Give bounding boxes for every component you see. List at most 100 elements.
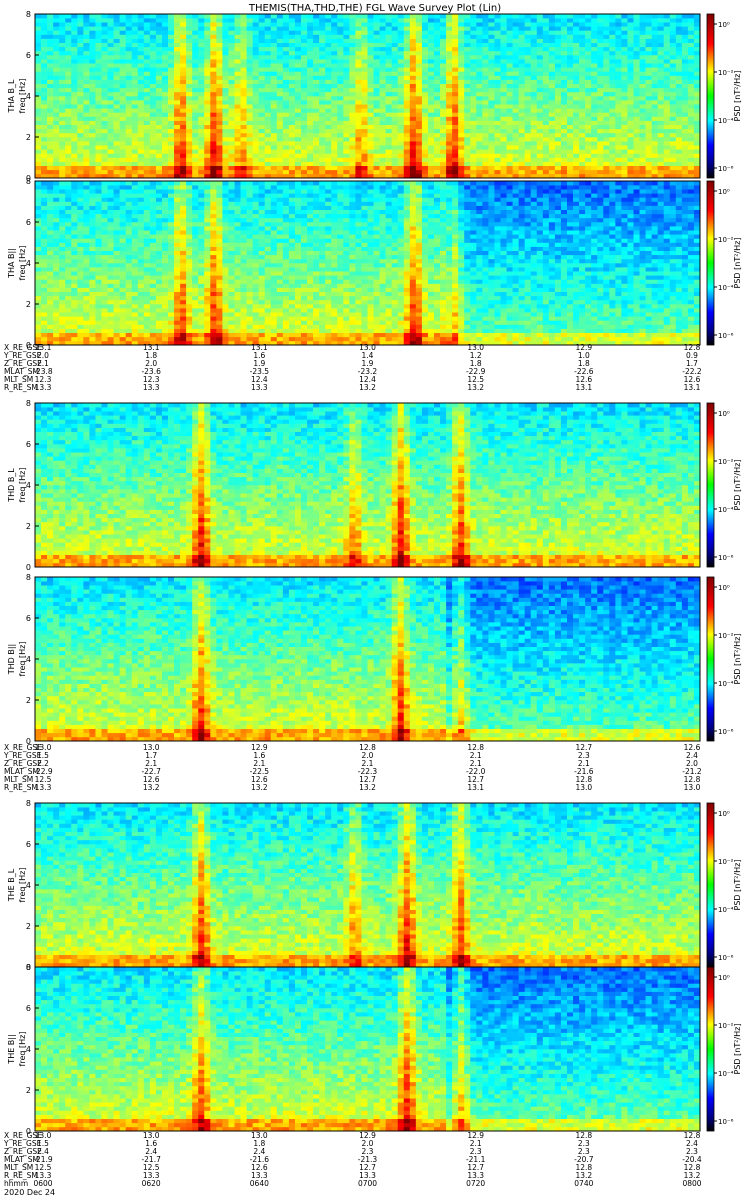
- colorbar-tick-label: 10⁻⁴: [718, 1070, 734, 1078]
- y-tick-label: 8: [26, 963, 31, 972]
- colorbar-tick-label: 10⁰: [718, 810, 730, 818]
- colorbar-tick-label: 10⁻⁴: [718, 680, 734, 688]
- y-tick-label: 6: [26, 51, 31, 60]
- colorbar-tick-label: 10⁻⁴: [718, 906, 734, 914]
- y-tick-label: 8: [26, 799, 31, 808]
- colorbar-tick-label: 10⁻²: [718, 69, 734, 77]
- y-axis-label: freq [Hz]: [18, 468, 27, 503]
- ephemeris-value: 0600: [33, 1179, 52, 1188]
- panel-label: THE B||: [7, 1034, 16, 1064]
- colorbar-tick-label: 10⁻²: [718, 858, 734, 866]
- panel-label: THA B_L: [7, 79, 16, 113]
- colorbar-tick-label: 10⁻⁶: [718, 1118, 734, 1126]
- figure-title: THEMIS(THA,THD,THE) FGL Wave Survey Plot…: [248, 3, 501, 14]
- colorbar-tick-label: 10⁰: [718, 410, 730, 418]
- ephemeris-value: 13.3: [143, 383, 160, 392]
- ephemeris-value: 0640: [250, 1179, 269, 1188]
- spectrogram-cells: [35, 14, 700, 178]
- colorbar-label: PSD [nT²/Hz]: [733, 71, 742, 122]
- colorbar-label: PSD [nT²/Hz]: [733, 238, 742, 289]
- y-tick-label: 6: [26, 1004, 31, 1013]
- spectrogram-cells: [35, 403, 700, 567]
- panel-the-bl: 02468THE B_L freq [Hz]10⁰10⁻²10⁻⁴10⁻⁶PSD …: [7, 799, 742, 972]
- colorbar-tick-label: 10⁻⁶: [718, 728, 734, 736]
- panel-label: THD B_L: [7, 468, 16, 503]
- colorbar-tick-label: 10⁻²: [718, 236, 734, 244]
- y-tick-label: 2: [26, 1086, 31, 1095]
- ephemeris-value: 0800: [682, 1179, 701, 1188]
- ephemeris-value: 13.3: [251, 383, 268, 392]
- ephemeris-row-label: hhmm: [4, 1179, 28, 1188]
- colorbar-tick-label: 10⁻²: [718, 458, 734, 466]
- wave-survey-figure: THEMIS(THA,THD,THE) FGL Wave Survey Plot…: [0, 0, 750, 1200]
- y-tick-label: 8: [26, 399, 31, 408]
- ephemeris-value: 13.2: [251, 783, 268, 792]
- y-tick-label: 6: [26, 218, 31, 227]
- spectrogram-cells: [35, 577, 700, 741]
- spectrogram-panels: 02468THA B_L freq [Hz]10⁰10⁻²10⁻⁴10⁻⁶PSD …: [7, 10, 742, 1136]
- y-axis-label: freq [Hz]: [18, 642, 27, 677]
- panel-thd-bpar: 02468THD B|| freq [Hz]10⁰10⁻²10⁻⁴10⁻⁶PSD …: [7, 573, 742, 746]
- y-tick-label: 6: [26, 440, 31, 449]
- y-tick-label: 6: [26, 840, 31, 849]
- colorbar-tick-label: 10⁻⁶: [718, 165, 734, 173]
- colorbar-label: PSD [nT²/Hz]: [733, 634, 742, 685]
- ephemeris-value: 13.0: [684, 783, 701, 792]
- y-tick-label: 8: [26, 573, 31, 582]
- colorbar-tick-label: 10⁰: [718, 584, 730, 592]
- y-tick-label: 6: [26, 614, 31, 623]
- ephemeris-value: 13.0: [575, 783, 592, 792]
- ephemeris-value: 13.3: [35, 783, 52, 792]
- panel-tha-bl: 02468THA B_L freq [Hz]10⁰10⁻²10⁻⁴10⁻⁶PSD …: [7, 10, 742, 183]
- y-tick-label: 2: [26, 133, 31, 142]
- panel-label: THA B||: [7, 248, 16, 279]
- ephemeris-value: 13.1: [575, 383, 592, 392]
- y-tick-label: 2: [26, 696, 31, 705]
- colorbar-tick-label: 10⁻⁴: [718, 506, 734, 514]
- y-axis-label: freq [Hz]: [18, 868, 27, 903]
- panel-tha-bpar: 02468THA B|| freq [Hz]10⁰10⁻²10⁻⁴10⁻⁶PSD …: [7, 177, 742, 350]
- ephemeris-value: 13.2: [359, 783, 376, 792]
- panel-label: THE B_L: [7, 868, 16, 902]
- ephemeris-value: 0620: [142, 1179, 161, 1188]
- y-axis-label: freq [Hz]: [18, 246, 27, 281]
- colorbar: 10⁰10⁻²10⁻⁴10⁻⁶PSD [nT²/Hz]: [707, 403, 742, 567]
- y-axis-label: freq [Hz]: [18, 1032, 27, 1067]
- panel-the-bpar: 02468THE B|| freq [Hz]10⁰10⁻²10⁻⁴10⁻⁶PSD …: [7, 963, 742, 1136]
- colorbar-tick-label: 10⁻⁴: [718, 117, 734, 125]
- ephemeris-the: X_RE_GSE13.0 13.0 13.0 12.9 12.9 12.8 12.8Y_RE…: [3, 1131, 702, 1188]
- y-tick-label: 8: [26, 10, 31, 19]
- colorbar-tick-label: 10⁰: [718, 21, 730, 29]
- colorbar-tick-label: 10⁰: [718, 188, 730, 196]
- spectrogram-cells: [35, 181, 700, 345]
- ephemeris-value: 13.2: [143, 783, 160, 792]
- y-tick-label: 2: [26, 522, 31, 531]
- colorbar: 10⁰ 10⁻² 10⁻⁴ 10⁻⁶ PSD [nT²/Hz]: [707, 181, 742, 345]
- ephemeris-value: 13.2: [359, 383, 376, 392]
- y-tick-label: 2: [26, 922, 31, 931]
- colorbar-tick-label: 10⁰: [718, 974, 730, 982]
- colorbar: 10⁰10⁻²10⁻⁴10⁻⁶PSD [nT²/Hz]: [707, 967, 742, 1131]
- ephemeris-value: 13.2: [467, 383, 484, 392]
- spectrogram-cells: [35, 803, 700, 967]
- ephemeris-value: 0700: [358, 1179, 377, 1188]
- ephemeris-value: 0740: [574, 1179, 593, 1188]
- colorbar-tick-label: 10⁻⁶: [718, 332, 734, 340]
- ephemeris-value: 13.1: [684, 383, 701, 392]
- ephemeris-value: 0720: [466, 1179, 485, 1188]
- colorbar-tick-label: 10⁻²: [718, 632, 734, 640]
- ephemeris-thd: X_RE_GSE13.0 13.0 12.9 12.8 12.8 12.7 12.6Y_RE…: [3, 743, 702, 792]
- panel-thd-bl: 02468THD B_L freq [Hz]10⁰10⁻²10⁻⁴10⁻⁶PSD …: [7, 399, 742, 572]
- colorbar-tick-label: 10⁻⁶: [718, 554, 734, 562]
- colorbar-tick-label: 10⁻⁴: [718, 284, 734, 292]
- y-tick-label: 2: [26, 300, 31, 309]
- colorbar: 10⁰ 10⁻² 10⁻⁴ 10⁻⁶ PSD [nT²/Hz]: [707, 577, 742, 741]
- colorbar: 10⁰ 10⁻² 10⁻⁴ 10⁻⁶ PSD [nT²/Hz]: [707, 803, 742, 967]
- ephemeris-tha: X_RE_GSE13.1 13.1 13.1 13.0 13.0 12.9 12.8Y_RE…: [3, 343, 702, 392]
- colorbar-label: PSD [nT²/Hz]: [733, 860, 742, 911]
- colorbar-label: PSD [nT²/Hz]: [733, 1024, 742, 1075]
- y-tick-label: 8: [26, 177, 31, 186]
- ephemeris-value: 13.1: [467, 783, 484, 792]
- spectrogram-cells: [35, 967, 700, 1131]
- colorbar-tick-label: 10⁻⁶: [718, 954, 734, 962]
